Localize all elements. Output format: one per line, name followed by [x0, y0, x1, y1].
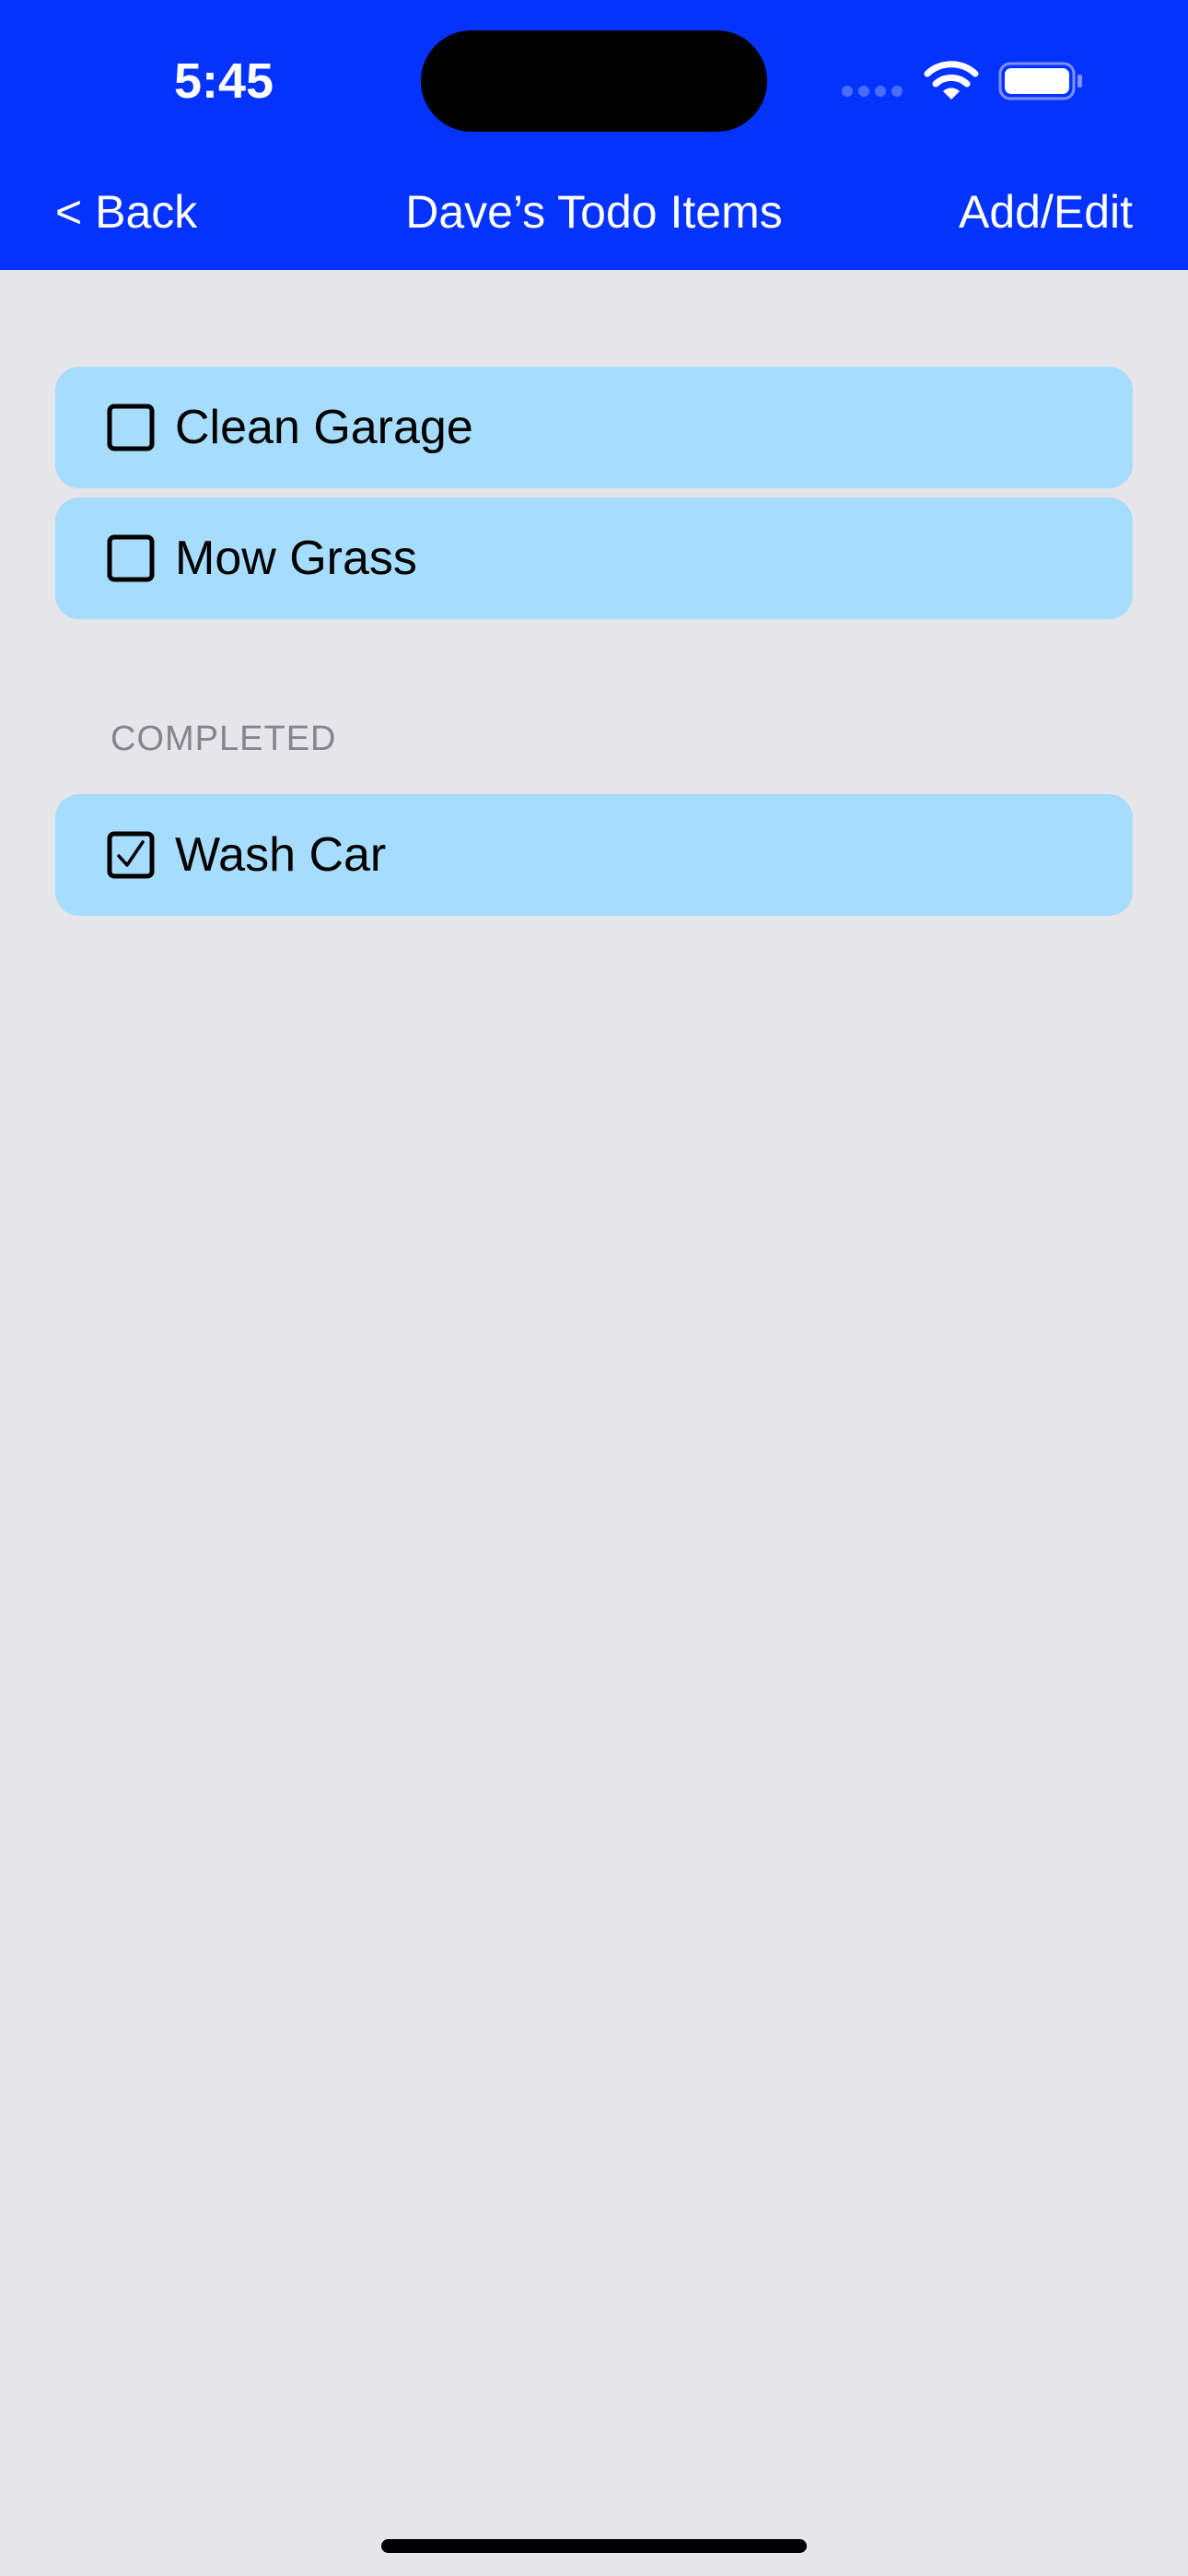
list-item-wash-car[interactable]: Wash Car — [55, 794, 1133, 916]
wifi-icon — [924, 61, 979, 100]
checkbox-checked-icon[interactable] — [107, 831, 155, 879]
list-item-label: Clean Garage — [175, 401, 473, 454]
status-time: 5:45 — [173, 53, 274, 109]
page-title: Dave’s Todo Items — [405, 186, 783, 238]
cellular-signal-icon — [842, 86, 904, 99]
navigation-header: 5:45 < Back Dave’s Todo Items Add/Edit — [0, 0, 1188, 270]
add-edit-button[interactable]: Add/Edit — [959, 175, 1133, 249]
list-item-mow-grass[interactable]: Mow Grass — [55, 498, 1133, 619]
checkbox-unchecked-icon[interactable] — [107, 534, 155, 582]
back-button[interactable]: < Back — [55, 175, 197, 249]
section-header-completed: COMPLETED — [111, 720, 337, 758]
list-item-label: Wash Car — [175, 828, 387, 882]
battery-icon — [998, 62, 1082, 100]
dynamic-island — [421, 30, 767, 132]
home-indicator[interactable] — [381, 2539, 807, 2553]
list-item-clean-garage[interactable]: Clean Garage — [55, 367, 1133, 488]
list-item-label: Mow Grass — [175, 532, 417, 585]
checkbox-unchecked-icon[interactable] — [107, 404, 155, 451]
todo-list: Clean Garage Mow Grass COMPLETED Wash Ca… — [55, 367, 1133, 925]
